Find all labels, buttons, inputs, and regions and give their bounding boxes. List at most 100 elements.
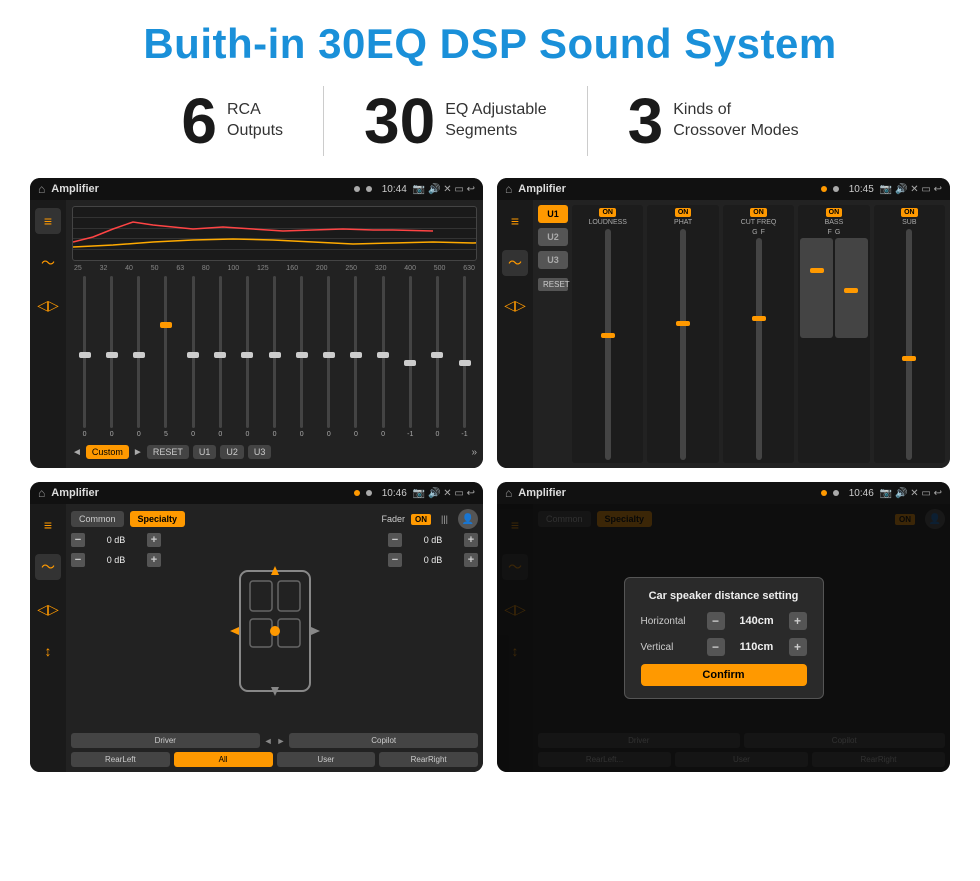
eq-reset-btn[interactable]: RESET xyxy=(147,445,189,459)
sidebar-speaker-icon-2[interactable]: ◁▷ xyxy=(502,292,528,318)
amp-u-col: U1 U2 U3 RESET xyxy=(538,205,568,463)
dialog-overlay: Car speaker distance setting Horizontal … xyxy=(497,504,950,772)
eq-u2-btn[interactable]: U2 xyxy=(220,445,244,459)
fader-person-icon[interactable]: 👤 xyxy=(458,509,478,529)
sidebar-arrow-icon-3[interactable]: ↕ xyxy=(35,638,61,664)
db-fl-minus[interactable]: − xyxy=(71,533,85,547)
amp-ch-phat-on[interactable]: ON xyxy=(675,208,692,217)
screen-2-content: ≡ 〜 ◁▷ U1 U2 U3 RESET ON LOUDNESS xyxy=(497,200,950,468)
sidebar-1: ≡ 〜 ◁▷ xyxy=(30,200,66,468)
eq-slider-4[interactable]: 0 xyxy=(181,276,206,438)
eq-sliders: 0 0 0 5 xyxy=(72,276,477,442)
db-rl-plus[interactable]: + xyxy=(147,553,161,567)
stat-rca-number: 6 xyxy=(181,89,217,153)
confirm-button[interactable]: Confirm xyxy=(641,664,807,686)
amp-ch-sub-slider[interactable] xyxy=(906,229,912,460)
stats-row: 6 RCA Outputs 30 EQ Adjustable Segments … xyxy=(30,86,950,156)
sidebar-wave-icon-3[interactable]: 〜 xyxy=(35,554,61,580)
sidebar-eq-icon[interactable]: ≡ xyxy=(35,208,61,234)
eq-slider-7[interactable]: 0 xyxy=(262,276,287,438)
eq-u1-btn[interactable]: U1 xyxy=(193,445,217,459)
stat-eq-desc2: Segments xyxy=(445,121,546,142)
eq-slider-9[interactable]: 0 xyxy=(316,276,341,438)
amp-ch-phat-slider[interactable] xyxy=(680,229,686,460)
amp-u3[interactable]: U3 xyxy=(538,251,568,269)
tab-common[interactable]: Common xyxy=(71,511,124,527)
page-title: Buith-in 30EQ DSP Sound System xyxy=(30,20,950,68)
amp-ch-bass-slider1[interactable] xyxy=(800,238,833,338)
btn-all[interactable]: All xyxy=(174,752,273,767)
btn-user[interactable]: User xyxy=(277,752,376,767)
sidebar-speaker-icon-3[interactable]: ◁▷ xyxy=(35,596,61,622)
eq-prev-arrow[interactable]: ◄ xyxy=(72,447,82,458)
amp-u2[interactable]: U2 xyxy=(538,228,568,246)
dialog-horizontal-plus[interactable]: + xyxy=(789,612,807,630)
eq-slider-6[interactable]: 0 xyxy=(235,276,260,438)
eq-custom-btn[interactable]: Custom xyxy=(86,445,129,459)
btn-copilot[interactable]: Copilot xyxy=(289,733,478,748)
sidebar-wave-icon-2[interactable]: 〜 xyxy=(502,250,528,276)
status-bar-2: ⌂ Amplifier 10:45 📷 🔊 ✕ ▭ ↩ xyxy=(497,178,950,200)
db-fl-plus[interactable]: + xyxy=(147,533,161,547)
status-icons-2: 📷 🔊 ✕ ▭ ↩ xyxy=(880,184,942,195)
dialog-horizontal-minus[interactable]: − xyxy=(707,612,725,630)
eq-slider-2[interactable]: 0 xyxy=(126,276,151,438)
btn-driver[interactable]: Driver xyxy=(71,733,260,748)
eq-slider-12[interactable]: -1 xyxy=(398,276,423,438)
amp-u1[interactable]: U1 xyxy=(538,205,568,223)
eq-slider-13[interactable]: 0 xyxy=(425,276,450,438)
eq-slider-0[interactable]: 0 xyxy=(72,276,97,438)
sidebar-eq-icon-2[interactable]: ≡ xyxy=(502,208,528,234)
amp-reset[interactable]: RESET xyxy=(538,278,568,291)
screen-amp: ⌂ Amplifier 10:45 📷 🔊 ✕ ▭ ↩ ≡ 〜 ◁▷ U1 U2 xyxy=(497,178,950,468)
db-fr-plus[interactable]: + xyxy=(464,533,478,547)
db-rl-minus[interactable]: − xyxy=(71,553,85,567)
eq-slider-3[interactable]: 5 xyxy=(153,276,178,438)
status-dot-5 xyxy=(354,490,360,496)
status-bar-1: ⌂ Amplifier 10:44 📷 🔊 ✕ ▭ ↩ xyxy=(30,178,483,200)
amp-channels: ON LOUDNESS ON PHAT xyxy=(572,205,945,463)
btn-rearright[interactable]: RearRight xyxy=(379,752,478,767)
eq-freq-labels: 25 32 40 50 63 80 100 125 160 200 250 32… xyxy=(72,265,477,272)
tab-specialty[interactable]: Specialty xyxy=(130,511,186,527)
eq-slider-10[interactable]: 0 xyxy=(343,276,368,438)
status-time-4: 10:46 xyxy=(849,488,874,499)
amp-ch-bass-on[interactable]: ON xyxy=(826,208,843,217)
db-rr-minus[interactable]: − xyxy=(388,553,402,567)
eq-slider-11[interactable]: 0 xyxy=(371,276,396,438)
btn-rearleft[interactable]: RearLeft xyxy=(71,752,170,767)
eq-slider-5[interactable]: 0 xyxy=(208,276,233,438)
amp-ch-sub: ON SUB xyxy=(874,205,945,463)
fader-label: Fader xyxy=(381,514,405,524)
amp-ch-loudness-on[interactable]: ON xyxy=(599,208,616,217)
eq-slider-14[interactable]: -1 xyxy=(452,276,477,438)
eq-u3-btn[interactable]: U3 xyxy=(248,445,272,459)
eq-next-arrow[interactable]: ► xyxy=(133,447,143,458)
app-name-2: Amplifier xyxy=(518,183,814,195)
sidebar-speaker-icon[interactable]: ◁▷ xyxy=(35,292,61,318)
stat-rca-desc1: RCA xyxy=(227,100,283,121)
db-rr-plus[interactable]: + xyxy=(464,553,478,567)
amp-ch-cutfreq-slider[interactable] xyxy=(756,238,762,460)
db-fr-minus[interactable]: − xyxy=(388,533,402,547)
amp-ch-cutfreq-on[interactable]: ON xyxy=(750,208,767,217)
dialog-vertical-plus[interactable]: + xyxy=(789,638,807,656)
amp-ch-sub-on[interactable]: ON xyxy=(901,208,918,217)
sidebar-wave-icon[interactable]: 〜 xyxy=(35,250,61,276)
amp-ch-loudness-slider[interactable] xyxy=(605,229,611,460)
status-dot-4 xyxy=(833,186,839,192)
amp-ch-phat: ON PHAT xyxy=(647,205,718,463)
amp-ch-sub-label: SUB xyxy=(902,219,916,226)
home-icon-4: ⌂ xyxy=(505,486,512,500)
home-icon-2: ⌂ xyxy=(505,182,512,196)
screenshots-grid: ⌂ Amplifier 10:44 📷 🔊 ✕ ▭ ↩ ≡ 〜 ◁▷ xyxy=(30,178,950,772)
amp-ch-bass-slider2[interactable] xyxy=(835,238,868,338)
eq-slider-8[interactable]: 0 xyxy=(289,276,314,438)
dialog-vertical-minus[interactable]: − xyxy=(707,638,725,656)
status-bar-4: ⌂ Amplifier 10:46 📷 🔊 ✕ ▭ ↩ xyxy=(497,482,950,504)
amp-ch-cutfreq-label: CUT FREQ xyxy=(741,219,777,226)
eq-slider-1[interactable]: 0 xyxy=(99,276,124,438)
sidebar-eq-icon-3[interactable]: ≡ xyxy=(35,512,61,538)
app-name-3: Amplifier xyxy=(51,487,347,499)
dialog-vertical-value: 110cm xyxy=(731,641,783,653)
